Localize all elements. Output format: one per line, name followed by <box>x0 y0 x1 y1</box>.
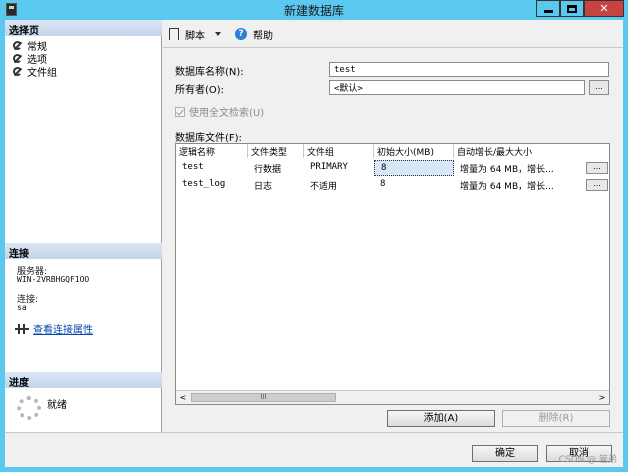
watermark: CSDN @ 管弟 <box>558 455 617 465</box>
cell-logical-name[interactable]: test_log <box>176 177 248 193</box>
wrench-icon <box>13 40 23 51</box>
close-button[interactable]: ✕ <box>584 0 624 17</box>
owner-input[interactable] <box>329 80 585 95</box>
select-page-header: 选择页 <box>5 20 162 37</box>
cell-initial-size[interactable]: 8 <box>374 177 454 193</box>
view-connection-link[interactable]: 查看连接属性 <box>33 321 93 336</box>
autogrowth-edit-button[interactable]: ... <box>586 179 608 191</box>
maximize-button[interactable] <box>560 0 584 17</box>
wrench-icon <box>13 53 23 64</box>
add-button[interactable]: 添加(A) <box>387 410 495 427</box>
cell-logical-name[interactable]: test <box>176 160 248 176</box>
minimize-icon <box>543 10 553 13</box>
maximize-icon <box>567 4 577 13</box>
cell-file-type[interactable]: 日志 <box>248 177 304 193</box>
help-icon: ? <box>235 28 247 40</box>
dialog-button-bar: 确定 取消 CSDN @ 管弟 <box>5 432 623 467</box>
sidebar-item-label: 文件组 <box>27 68 57 79</box>
db-files-label: 数据库文件(F): <box>175 133 242 144</box>
chevron-down-icon[interactable] <box>215 32 221 36</box>
help-button[interactable]: 帮助 <box>253 27 273 42</box>
toolbar-divider <box>163 47 623 48</box>
new-database-window: 新建数据库 ✕ 选择页 常规 选项 文件组 连接 服务器: WIN-2VRBHG… <box>0 0 628 472</box>
fulltext-checkbox[interactable] <box>175 106 185 117</box>
scroll-thumb[interactable]: III <box>191 393 336 402</box>
window-title: 新建数据库 <box>283 4 344 18</box>
progress-header: 进度 <box>5 372 162 389</box>
cell-file-type[interactable]: 行数据 <box>248 160 304 176</box>
database-files-grid[interactable]: 逻辑名称 文件类型 文件组 初始大小(MB) 自动增长/最大大小 test 行数… <box>175 143 610 405</box>
table-row[interactable]: test_log 日志 不适用 8 增量为 64 MB，增长... ... <box>176 177 609 193</box>
minimize-button[interactable] <box>536 0 560 17</box>
title-bar[interactable]: 新建数据库 ✕ <box>0 0 628 20</box>
column-header[interactable]: 初始大小(MB) <box>374 144 454 158</box>
column-header[interactable]: 文件组 <box>304 144 374 158</box>
connection-icon <box>15 323 29 334</box>
ok-button[interactable]: 确定 <box>472 445 538 462</box>
cell-filegroup[interactable]: PRIMARY <box>304 160 374 176</box>
cell-autogrowth: 增量为 64 MB，增长... <box>460 182 554 192</box>
column-header[interactable]: 自动增长/最大大小 <box>454 144 609 158</box>
column-header[interactable]: 文件类型 <box>248 144 304 158</box>
table-row[interactable]: test 行数据 PRIMARY 8 增量为 64 MB，增长... ... <box>176 160 609 176</box>
wrench-icon <box>13 66 23 77</box>
connection-value: sa <box>17 303 27 312</box>
fulltext-checkbox-row[interactable]: 使用全文检索(U) <box>175 104 264 119</box>
owner-browse-button[interactable]: ... <box>589 80 609 95</box>
main-panel: 脚本 ? 帮助 数据库名称(N): 所有者(O): ... 使用全文检索(U) … <box>163 20 623 432</box>
cell-autogrowth: 增量为 64 MB，增长... <box>460 165 554 175</box>
sidebar-item-filegroups[interactable]: 文件组 <box>13 65 57 79</box>
autogrowth-edit-button[interactable]: ... <box>586 162 608 174</box>
cell-filegroup[interactable]: 不适用 <box>304 177 374 193</box>
view-connection-properties[interactable]: 查看连接属性 <box>15 321 93 336</box>
connection-header: 连接 <box>5 243 162 260</box>
scroll-left-icon[interactable]: < <box>176 391 190 404</box>
toolbar: 脚本 ? 帮助 <box>169 26 273 42</box>
fulltext-label: 使用全文检索(U) <box>189 108 265 119</box>
left-panel: 选择页 常规 选项 文件组 连接 服务器: WIN-2VRBHGQF1OO 连接… <box>5 20 162 432</box>
script-icon <box>169 28 179 40</box>
progress-status: 就绪 <box>47 400 67 411</box>
cell-initial-size[interactable]: 8 <box>374 160 454 176</box>
column-header[interactable]: 逻辑名称 <box>176 144 248 158</box>
horizontal-scrollbar[interactable]: < III > <box>176 390 609 404</box>
dialog-client-area: 选择页 常规 选项 文件组 连接 服务器: WIN-2VRBHGQF1OO 连接… <box>5 20 623 467</box>
grid-header: 逻辑名称 文件类型 文件组 初始大小(MB) 自动增长/最大大小 <box>176 144 609 158</box>
owner-label: 所有者(O): <box>175 85 225 96</box>
scroll-right-icon[interactable]: > <box>595 391 609 404</box>
script-button[interactable]: 脚本 <box>185 27 205 42</box>
remove-button[interactable]: 删除(R) <box>502 410 610 427</box>
server-value: WIN-2VRBHGQF1OO <box>17 275 90 284</box>
progress-spinner-icon <box>17 396 41 420</box>
db-name-label: 数据库名称(N): <box>175 67 244 78</box>
db-name-input[interactable] <box>329 62 609 77</box>
close-icon: ✕ <box>599 2 609 15</box>
